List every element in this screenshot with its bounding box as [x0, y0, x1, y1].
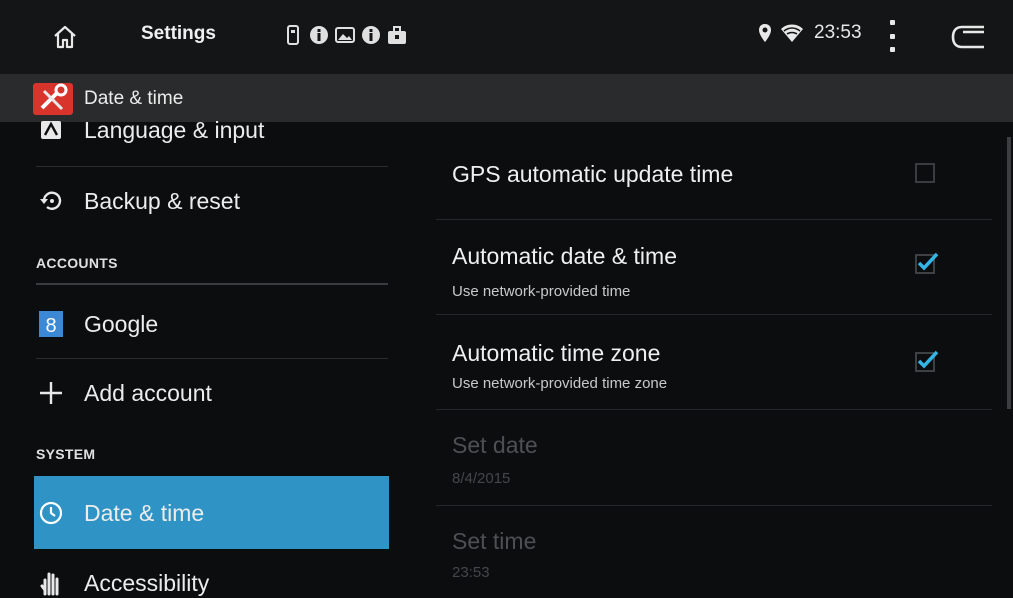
divider — [436, 409, 992, 410]
pref-title-set-date[interactable]: Set date — [452, 432, 538, 459]
scrollbar[interactable] — [1007, 137, 1011, 409]
clock-icon — [36, 498, 66, 528]
section-header-accounts: ACCOUNTS — [36, 255, 118, 271]
divider — [36, 166, 388, 167]
sidebar-item-label: Language & input — [84, 116, 265, 143]
sidebar-item-label: Add account — [84, 379, 212, 406]
pref-summary: 23:53 — [452, 564, 490, 581]
sidebar-item-language[interactable]: Language & input — [36, 115, 264, 145]
divider — [36, 358, 388, 359]
sidebar-item-label: Backup & reset — [84, 187, 240, 214]
notification-icons — [283, 24, 407, 46]
pref-title-gps[interactable]: GPS automatic update time — [452, 161, 733, 188]
status-indicators: 23:53 — [758, 22, 862, 44]
sidebar-item-add-account[interactable]: Add account — [36, 378, 212, 408]
back-icon[interactable] — [950, 24, 986, 50]
location-icon — [759, 24, 771, 42]
sidebar-item-label: Google — [84, 310, 159, 337]
overflow-menu-icon[interactable] — [884, 20, 900, 52]
plus-icon — [36, 378, 66, 408]
settings-app-icon — [33, 83, 73, 115]
clock-time: 23:53 — [814, 22, 862, 43]
google-icon: 8 — [36, 309, 66, 339]
sd-card-icon — [283, 24, 303, 46]
sidebar-item-accessibility[interactable]: Accessibility — [36, 568, 209, 598]
sidebar-item-backup[interactable]: Backup & reset — [36, 186, 240, 216]
image-icon — [335, 24, 355, 46]
action-bar-title: Date & time — [84, 88, 184, 109]
pref-title-auto-time-zone[interactable]: Automatic time zone — [452, 340, 660, 367]
briefcase-icon — [387, 24, 407, 46]
gps-update-checkbox[interactable] — [913, 161, 939, 187]
wifi-icon — [781, 24, 803, 42]
pref-summary: Use network-provided time zone — [452, 375, 668, 392]
section-header-system: SYSTEM — [36, 446, 96, 462]
language-icon — [36, 115, 66, 145]
pref-summary: Use network-provided time — [452, 283, 631, 300]
divider — [436, 314, 992, 315]
svg-text:8: 8 — [45, 315, 56, 337]
hand-icon — [36, 568, 66, 598]
backup-icon — [36, 186, 66, 216]
pref-title-set-time[interactable]: Set time — [452, 528, 536, 555]
auto-time-zone-checkbox[interactable] — [913, 348, 939, 374]
home-icon[interactable] — [52, 24, 78, 50]
divider — [436, 219, 992, 220]
auto-date-time-checkbox[interactable] — [913, 250, 939, 276]
pref-title-auto-date-time[interactable]: Automatic date & time — [452, 243, 677, 270]
sidebar-item-date-time[interactable]: Date & time — [36, 498, 204, 528]
info-icon — [309, 24, 329, 46]
pref-summary: 8/4/2015 — [452, 470, 511, 487]
info-icon — [361, 24, 381, 46]
status-bar-title: Settings — [141, 23, 216, 44]
sidebar-item-google[interactable]: 8 Google — [36, 309, 158, 339]
section-divider — [36, 283, 388, 285]
sidebar-item-label: Accessibility — [84, 569, 210, 596]
sidebar-item-label: Date & time — [84, 499, 205, 526]
divider — [436, 505, 992, 506]
